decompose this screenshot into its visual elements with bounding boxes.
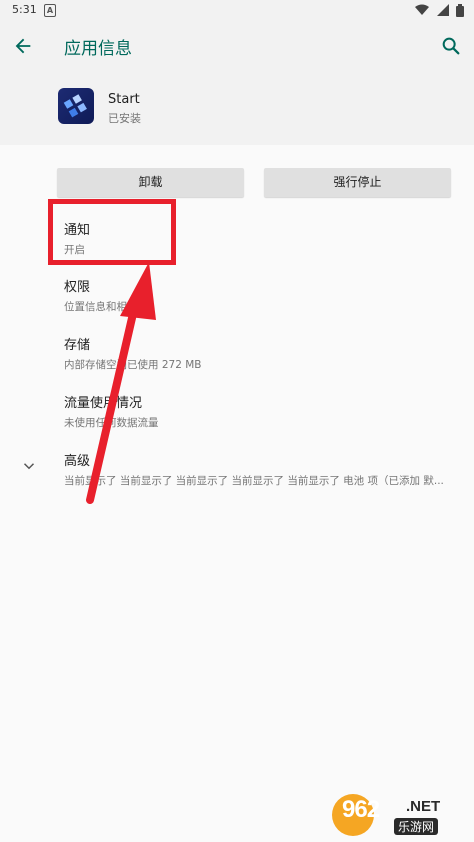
watermark-number: 962: [342, 796, 380, 823]
watermark-suffix: .NET: [406, 798, 441, 815]
watermark-logo: 962 .NET 乐游网: [332, 794, 468, 836]
red-arrow-annotation: [86, 262, 156, 504]
watermark-cn: 乐游网: [394, 818, 439, 835]
